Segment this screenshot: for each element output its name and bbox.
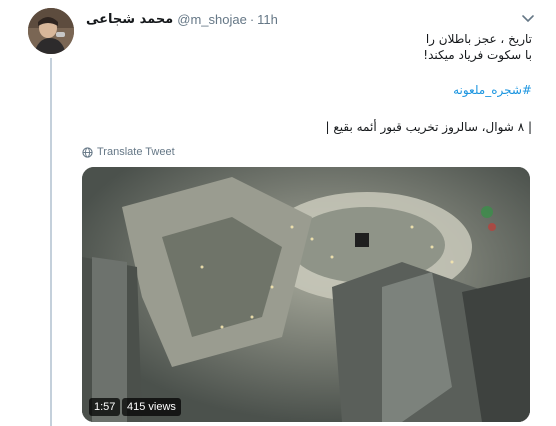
thread-line (50, 58, 52, 426)
tweet-text-line-2: با سکوت فریاد میکند! (423, 48, 532, 62)
tweet-card[interactable]: محمد شجاعی @m_shojae · 11h تاریخ ، عجز ب… (0, 0, 556, 426)
tweet-text-line-3: | ۸ شوال، سالروز تخریب قبور أئمه بقیع | (325, 120, 532, 134)
tweet-header: محمد شجاعی @m_shojae · 11h (86, 10, 278, 28)
profile-photo-icon (28, 8, 74, 54)
video-views-badge: 415 views (122, 398, 181, 416)
timestamp[interactable]: 11h (257, 12, 278, 27)
avatar[interactable] (28, 8, 74, 54)
handle[interactable]: @m_shojae (177, 12, 247, 27)
video-player[interactable] (82, 167, 530, 422)
display-name[interactable]: محمد شجاعی (86, 12, 173, 27)
translate-label[interactable]: Translate Tweet (97, 146, 175, 158)
video-thumbnail (82, 167, 530, 422)
hashtag-link[interactable]: #شجره_ملعونه (453, 83, 532, 97)
video-duration-badge: 1:57 (89, 398, 121, 416)
translate-tweet-link[interactable]: Translate Tweet (82, 144, 175, 160)
globe-icon (82, 146, 93, 158)
chevron-down-icon[interactable] (520, 10, 536, 26)
tweet-text-line-1: تاریخ ، عجز باطلان را (425, 32, 532, 46)
separator-dot: · (249, 11, 255, 27)
